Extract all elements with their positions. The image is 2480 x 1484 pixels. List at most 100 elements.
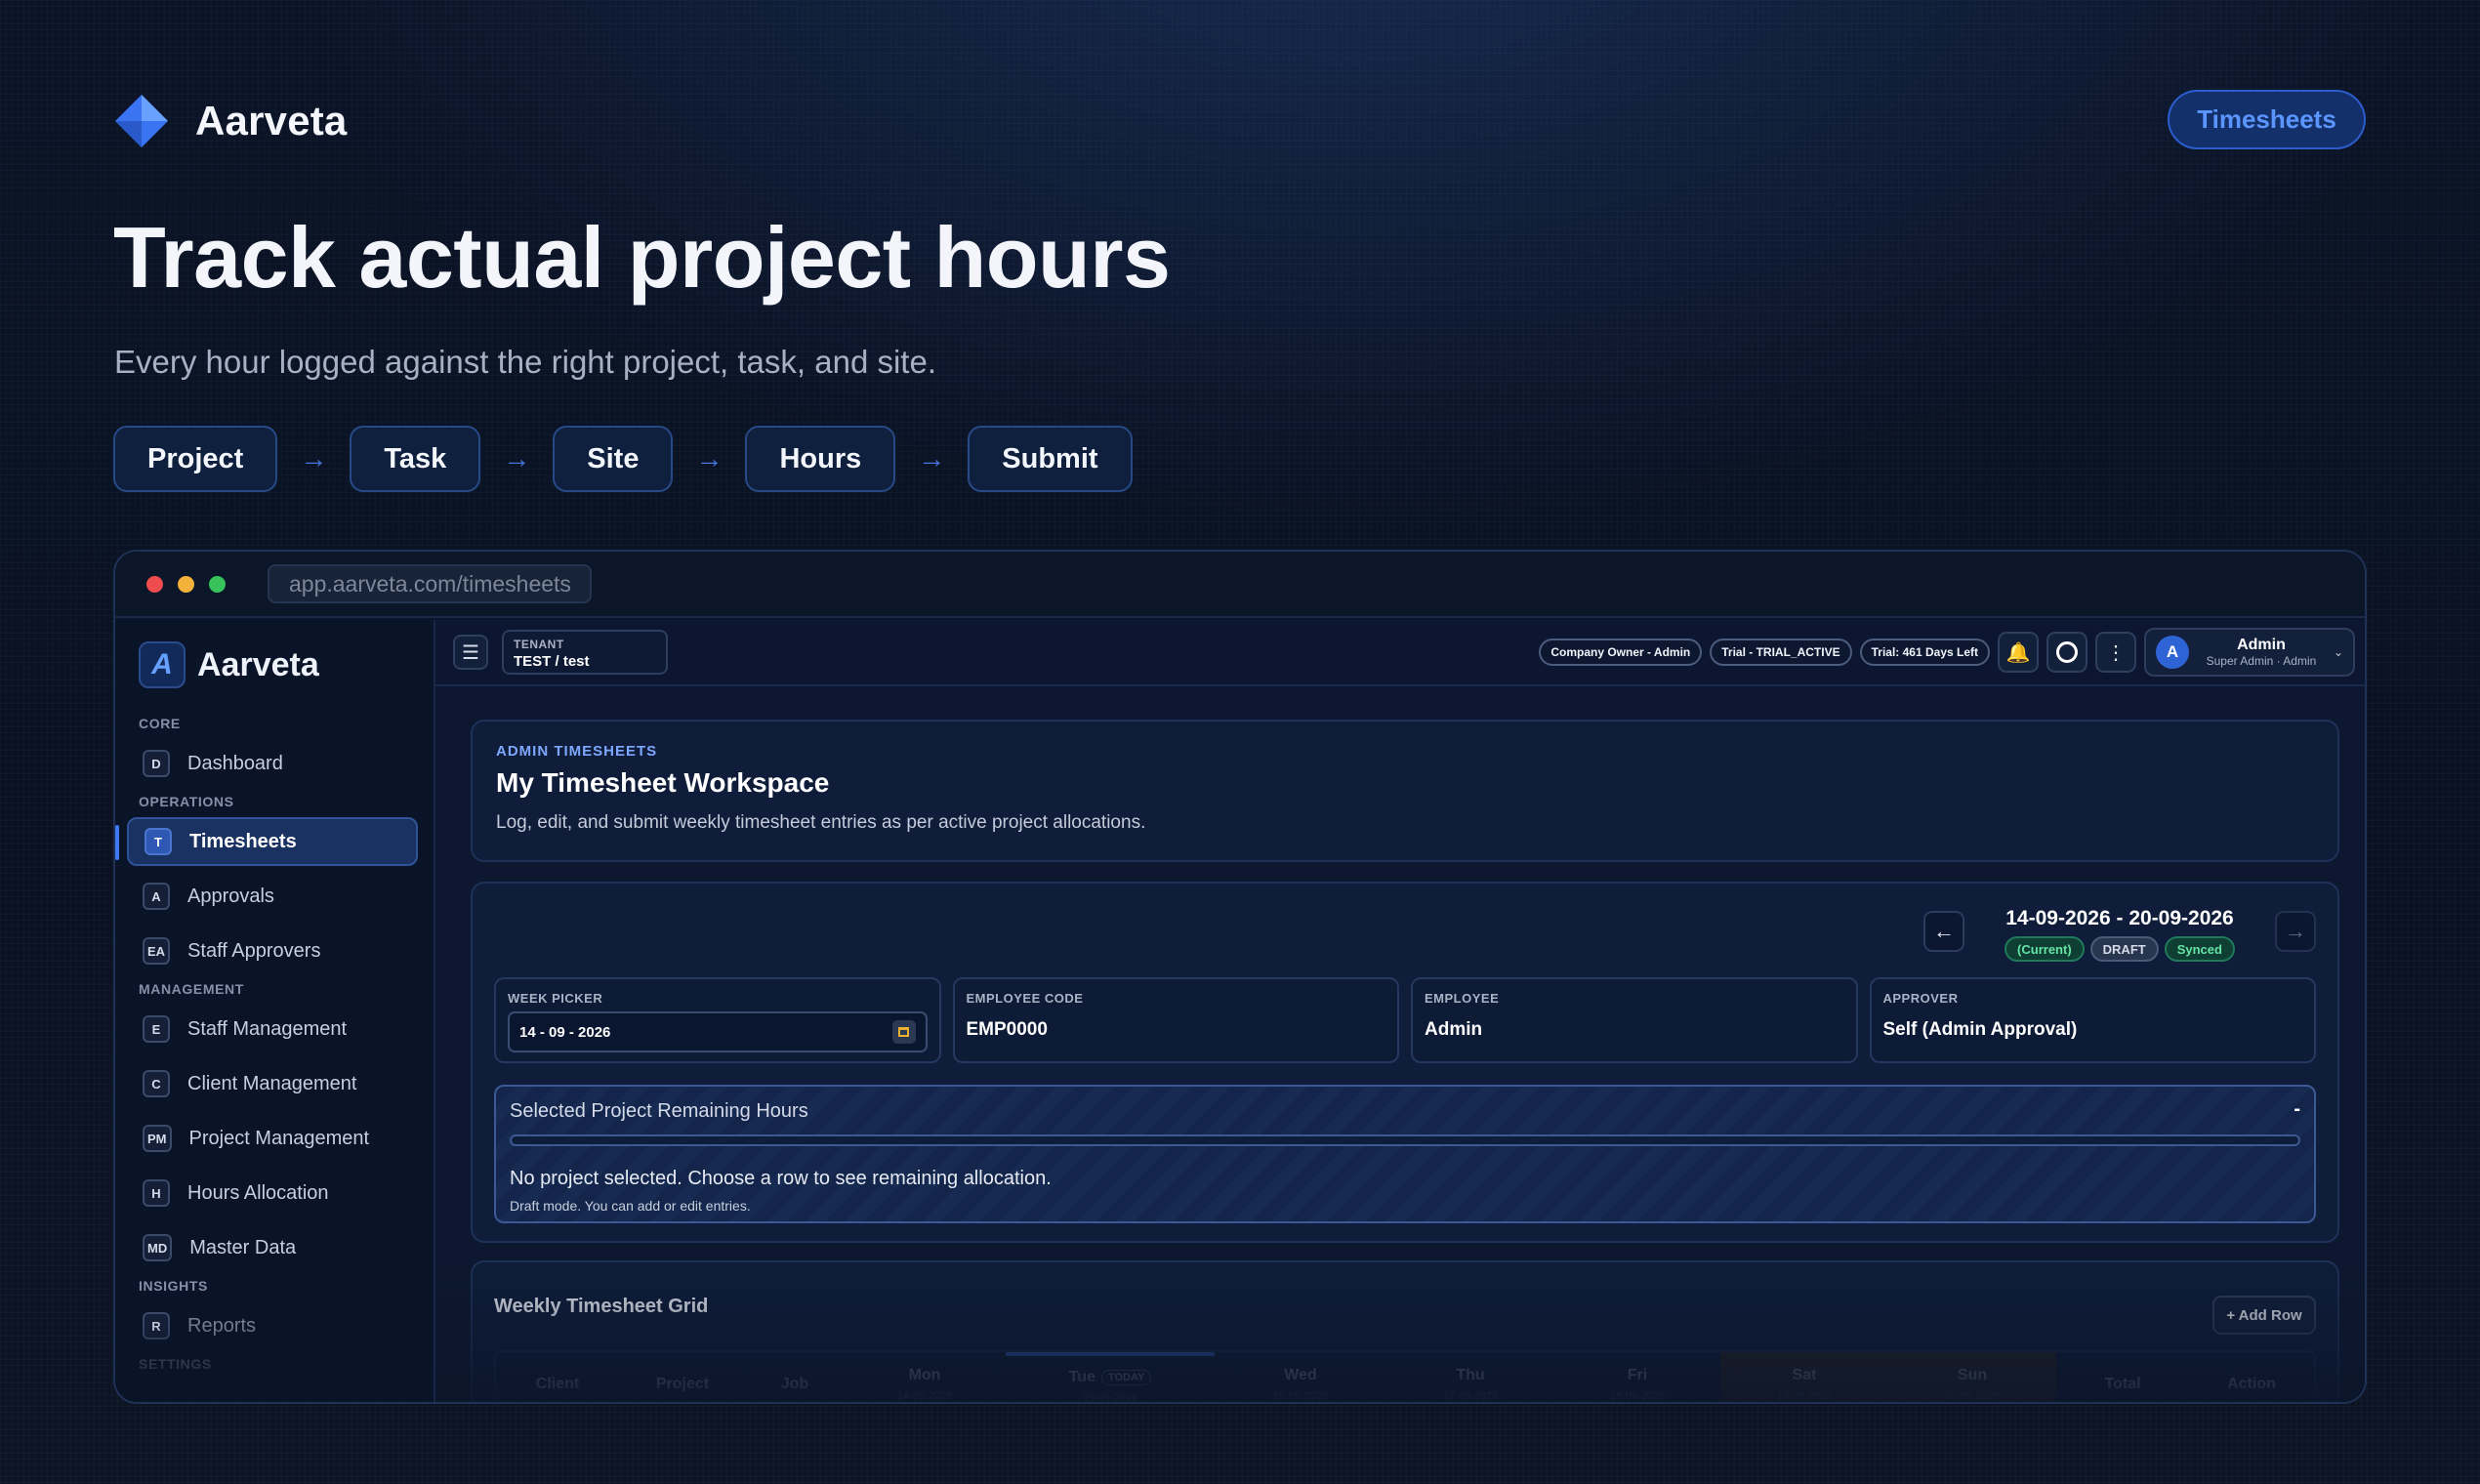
sidebar-item-label: Project Management	[188, 1127, 370, 1149]
remaining-hours-title: Selected Project Remaining Hours	[510, 1100, 808, 1122]
arrow-right-icon: →	[918, 443, 946, 474]
minimize-dot-icon	[178, 575, 194, 593]
sidebar-item-reports[interactable]: R Reports	[127, 1301, 418, 1350]
week-picker-input[interactable]: 14 - 09 - 2026	[508, 1011, 928, 1052]
staff-approvers-icon: EA	[143, 937, 171, 965]
theme-toggle-icon[interactable]	[2046, 632, 2087, 673]
arrow-right-icon: →	[695, 443, 723, 474]
brand: Aarveta	[113, 93, 348, 149]
remaining-hours-message: No project selected. Choose a row to see…	[510, 1168, 1052, 1189]
week-summary: 14-09-2026 - 20-09-2026 (Current) DRAFT …	[1964, 907, 2275, 962]
tenant-selector[interactable]: TENANT TEST / test	[502, 630, 668, 675]
previous-week-button[interactable]: ←	[1923, 911, 1964, 952]
day-name: Mon	[908, 1367, 941, 1383]
flow-step-hours: Hours	[745, 426, 896, 492]
column-job: Job	[780, 1376, 809, 1392]
sidebar-item-label: Staff Approvers	[187, 939, 321, 962]
day-date: 17-09-2026	[1442, 1390, 1499, 1402]
sidebar-item-label: Staff Management	[187, 1017, 348, 1040]
calendar-icon[interactable]	[891, 1020, 916, 1044]
column-mon: Mon 14-09-2026	[844, 1352, 1006, 1402]
column-thu: Thu 17-09-2026	[1386, 1352, 1554, 1402]
trial-status-chip: Trial - TRIAL_ACTIVE	[1710, 639, 1852, 666]
timesheets-icon: T	[145, 828, 172, 855]
day-name: Wed	[1284, 1367, 1317, 1383]
section-core: CORE	[139, 716, 181, 731]
timesheet-fields: WEEK PICKER 14 - 09 - 2026 EMPLOYEE CODE…	[494, 977, 2316, 1063]
maximize-dot-icon	[209, 575, 226, 593]
draft-status-badge: DRAFT	[2089, 936, 2159, 962]
sidebar-item-approvals[interactable]: A Approvals	[127, 872, 418, 921]
column-tue: Tue TODAY 15-09-2026	[1006, 1352, 1215, 1402]
hero-title: Track actual project hours	[113, 209, 1171, 306]
sidebar-item-hours-allocation[interactable]: H Hours Allocation	[127, 1169, 418, 1217]
column-total: Total	[2104, 1376, 2141, 1392]
workspace-eyebrow: ADMIN TIMESHEETS	[496, 743, 658, 760]
brand-name: Aarveta	[195, 98, 348, 144]
user-role: Super Admin · Admin	[2206, 654, 2317, 668]
sidebar-item-label: Dashboard	[187, 752, 283, 774]
flow-step-site: Site	[553, 426, 674, 492]
more-options-icon[interactable]: ⋮	[2095, 632, 2136, 673]
sidebar-item-label: Timesheets	[189, 830, 297, 852]
day-name: Thu	[1456, 1367, 1485, 1383]
day-date: 14-09-2026	[896, 1390, 953, 1402]
sidebar-item-timesheets[interactable]: T Timesheets	[115, 817, 418, 866]
user-info: Admin Super Admin · Admin	[2199, 637, 2324, 668]
day-name: Fri	[1627, 1367, 1648, 1383]
hamburger-menu-icon[interactable]: ☰	[453, 635, 488, 670]
field-label: APPROVER	[1882, 991, 1959, 1006]
grid-title: Weekly Timesheet Grid	[494, 1296, 709, 1317]
master-data-icon: MD	[143, 1234, 173, 1261]
field-label: EMPLOYEE	[1425, 991, 1500, 1006]
sidebar-item-dashboard[interactable]: D Dashboard	[127, 739, 418, 788]
avatar: A	[2156, 636, 2189, 669]
workspace-header: ADMIN TIMESHEETS My Timesheet Workspace …	[471, 720, 2339, 862]
notification-bell-icon[interactable]: 🔔	[1998, 632, 2039, 673]
url-field[interactable]: app.aarveta.com/timesheets	[268, 564, 592, 603]
sidebar-item-staff-approvers[interactable]: EA Staff Approvers	[127, 927, 418, 975]
tenant-label: TENANT	[514, 638, 564, 651]
week-panel: ← 14-09-2026 - 20-09-2026 (Current) DRAF…	[471, 882, 2339, 1243]
employee-value: Admin	[1425, 1019, 1483, 1040]
sidebar-item-label: Hours Allocation	[187, 1181, 329, 1204]
sidebar-item-master-data[interactable]: MD Master Data	[127, 1223, 418, 1272]
page-title: My Timesheet Workspace	[496, 767, 830, 798]
reports-icon: R	[143, 1312, 170, 1340]
sidebar-item-staff-management[interactable]: E Staff Management	[127, 1005, 418, 1053]
sidebar-item-project-management[interactable]: PM Project Management	[127, 1114, 418, 1163]
day-name: Sun	[1957, 1367, 1988, 1383]
browser-bar: app.aarveta.com/timesheets	[115, 552, 2365, 618]
grid-header: Client Project Job Mon 14-09-2026 Tue TOD…	[494, 1350, 2316, 1402]
day-date: 19-09-2026	[1776, 1390, 1833, 1402]
week-navigator: ← 14-09-2026 - 20-09-2026 (Current) DRAF…	[1923, 907, 2316, 962]
section-management: MANAGEMENT	[139, 981, 244, 997]
workflow-steps: Project → Task → Site → Hours → Submit	[113, 426, 1133, 492]
user-menu[interactable]: A Admin Super Admin · Admin ⌄	[2144, 628, 2355, 677]
flow-step-project: Project	[113, 426, 278, 492]
synced-status-badge: Synced	[2164, 936, 2235, 962]
current-week-badge: (Current)	[2005, 936, 2085, 962]
tenant-value: TEST / test	[514, 653, 590, 670]
employee-code-value: EMP0000	[966, 1019, 1048, 1040]
day-name: Tue	[1068, 1369, 1095, 1385]
chevron-down-icon: ⌄	[2333, 645, 2343, 659]
flow-step-submit: Submit	[968, 426, 1133, 492]
today-badge: TODAY	[1100, 1370, 1152, 1385]
employee-code-field: EMPLOYEE CODE EMP0000	[952, 977, 1399, 1063]
timesheets-nav-pill[interactable]: Timesheets	[2168, 90, 2366, 149]
weekly-grid-panel: Weekly Timesheet Grid + Add Row Client P…	[471, 1260, 2339, 1402]
role-chip: Company Owner - Admin	[1539, 639, 1703, 666]
add-row-button[interactable]: + Add Row	[2212, 1296, 2316, 1335]
section-settings: SETTINGS	[139, 1356, 212, 1372]
week-status-tags: (Current) DRAFT Synced	[1964, 936, 2275, 962]
approver-field: APPROVER Self (Admin Approval)	[1869, 977, 2316, 1063]
field-label: WEEK PICKER	[508, 991, 603, 1006]
week-picker-value: 14 - 09 - 2026	[519, 1023, 611, 1041]
sidebar-logo-text: Aarveta	[197, 645, 319, 683]
app-shell: A Aarveta CORE D Dashboard OPERATIONS T …	[115, 620, 2365, 1402]
remaining-hours-value: -	[2294, 1098, 2300, 1120]
sidebar-item-label: Client Management	[187, 1072, 357, 1094]
next-week-button[interactable]: →	[2275, 911, 2316, 952]
sidebar-item-client-management[interactable]: C Client Management	[127, 1059, 418, 1108]
